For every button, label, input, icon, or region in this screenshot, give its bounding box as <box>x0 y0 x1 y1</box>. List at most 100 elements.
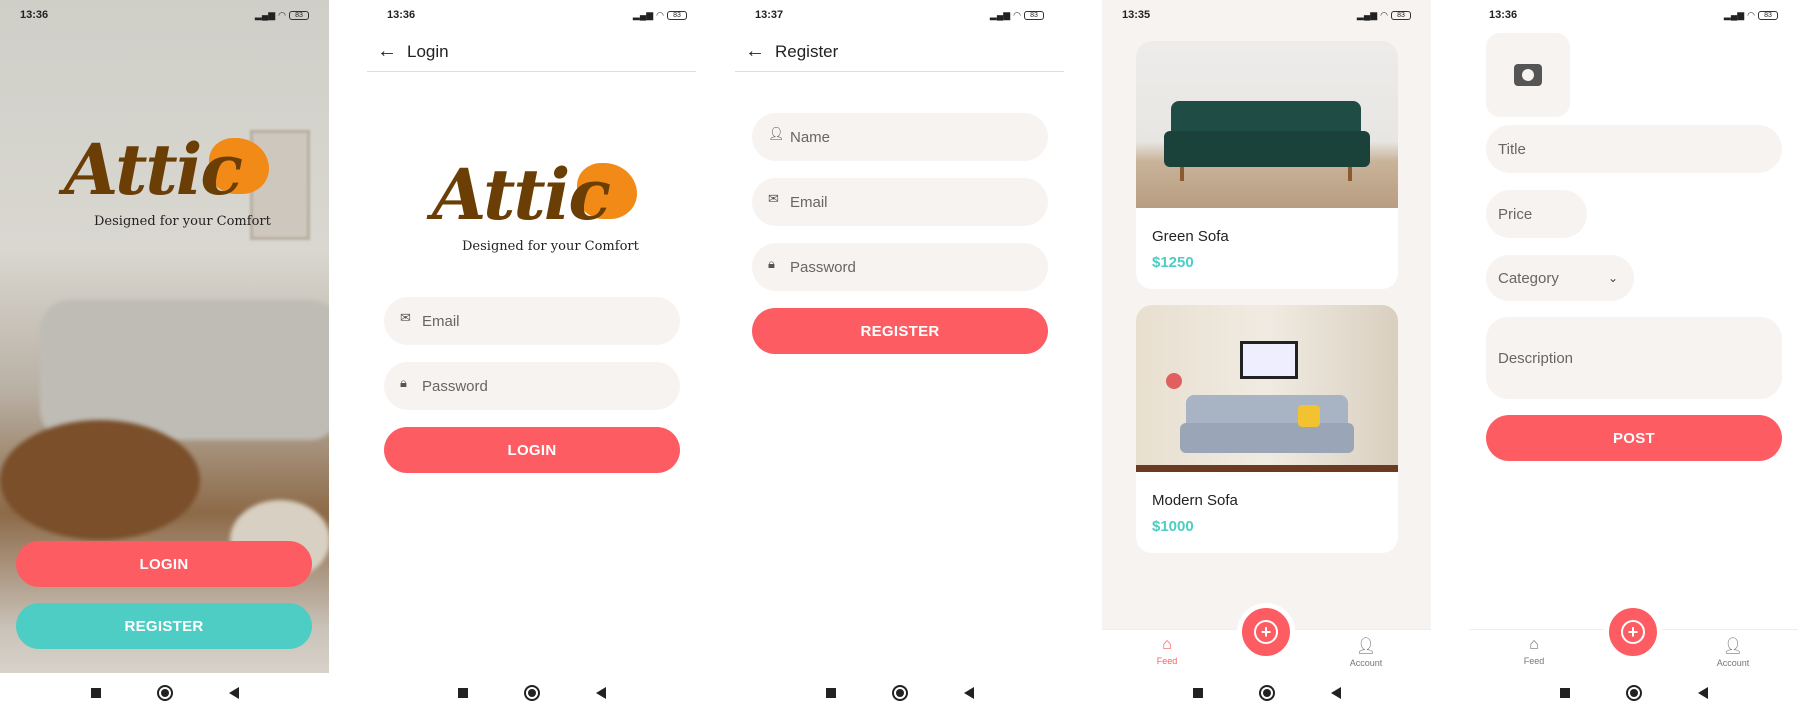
price-field[interactable]: Price <box>1486 190 1587 238</box>
register-submit-button[interactable]: REGISTER <box>752 308 1048 354</box>
feed-screen: 13:35 ▂▄▆ ◠ 83 Green Sofa $1250 Modern Sof… <box>1102 0 1431 713</box>
battery-icon: 83 <box>1391 10 1411 20</box>
listing-image <box>1136 305 1398 472</box>
login-app-bar: ← Login <box>367 32 696 72</box>
listing-title: Green Sofa <box>1152 228 1229 245</box>
listing-card[interactable]: Modern Sofa $1000 <box>1136 305 1398 553</box>
account-icon: 👤︎ <box>1722 638 1744 655</box>
recents-icon[interactable] <box>457 688 468 698</box>
lock-icon: 🔒︎ <box>768 256 775 271</box>
nav-account[interactable]: 👤︎ Account <box>1336 636 1396 668</box>
image-picker[interactable] <box>1486 33 1570 117</box>
nav-account[interactable]: 👤︎ Account <box>1703 636 1763 668</box>
wifi-icon: ◠ <box>278 9 286 20</box>
login-button[interactable]: LOGIN <box>16 541 312 587</box>
wifi-icon: ◠ <box>656 9 664 20</box>
brand-logo: Attic Designed for your Comfort <box>64 130 274 235</box>
camera-icon <box>1514 64 1542 86</box>
listing-image <box>1136 41 1398 208</box>
status-bar: 13:35 ▂▄▆ ◠ 83 <box>1102 0 1431 30</box>
welcome-screen: 13:36 ▂▄▆ ◠ 83 Attic Designed for your Com… <box>0 0 329 713</box>
recents-icon[interactable] <box>825 688 836 698</box>
title-field[interactable]: Title <box>1486 125 1782 173</box>
register-app-bar: ← Register <box>735 32 1064 72</box>
signal-icon: ▂▄▆ <box>989 9 1011 20</box>
status-bar: 13:36 ▂▄▆ ◠ 83 <box>329 0 707 30</box>
home-nav-icon[interactable] <box>891 685 908 701</box>
brand-name: Attic <box>64 128 243 211</box>
status-icons: ▂▄▆ ◠ 83 <box>255 10 309 21</box>
system-nav-bar <box>0 673 329 713</box>
back-arrow-icon[interactable]: ← <box>367 40 407 63</box>
register-button[interactable]: REGISTER <box>16 603 312 649</box>
status-icons: ▂▄▆ ◠ 83 <box>1724 10 1778 21</box>
system-nav-bar <box>1469 673 1798 713</box>
recents-icon[interactable] <box>90 688 101 698</box>
plus-icon: + <box>1254 620 1278 644</box>
wifi-icon: ◠ <box>1380 9 1388 20</box>
recents-icon[interactable] <box>1559 688 1570 698</box>
description-placeholder: Description <box>1498 349 1574 367</box>
status-icons: ▂▄▆ ◠ 83 <box>1357 10 1411 21</box>
password-field[interactable]: 🔒︎ Password <box>384 362 680 410</box>
nav-account-label: Account <box>1716 658 1750 668</box>
recents-icon[interactable] <box>1192 688 1203 698</box>
post-button[interactable]: POST <box>1486 415 1782 461</box>
back-nav-icon[interactable] <box>1330 687 1341 699</box>
price-placeholder: Price <box>1498 205 1533 223</box>
back-nav-icon[interactable] <box>1697 687 1708 699</box>
back-nav-icon[interactable] <box>595 687 606 699</box>
post-screen: 13:36 ▂▄▆ ◠ 83 Title Price Category ⌄ Desc… <box>1469 0 1798 713</box>
home-nav-icon[interactable] <box>1258 685 1275 701</box>
password-field[interactable]: 🔒︎ Password <box>752 243 1048 291</box>
email-placeholder: Email <box>790 193 828 211</box>
register-screen: 13:37 ▂▄▆ ◠ 83 ← Register 👤︎ Name ✉ Email … <box>735 0 1064 713</box>
wifi-icon: ◠ <box>1747 9 1755 20</box>
email-placeholder: Email <box>422 312 460 330</box>
listing-price: $1250 <box>1152 254 1194 271</box>
login-submit-button[interactable]: LOGIN <box>384 427 680 473</box>
nav-feed[interactable]: ⌂ Feed <box>1137 636 1197 666</box>
add-listing-button[interactable]: + <box>1604 603 1662 661</box>
brand-tagline: Designed for your Comfort <box>462 239 639 254</box>
status-bar: 13:36 ▂▄▆ ◠ 83 <box>0 0 329 30</box>
system-nav-bar <box>735 673 1064 713</box>
status-time: 13:37 <box>755 9 784 21</box>
status-icons: ▂▄▆ ◠ 83 <box>633 10 687 21</box>
name-field[interactable]: 👤︎ Name <box>752 113 1048 161</box>
nav-feed[interactable]: ⌂ Feed <box>1504 636 1564 666</box>
mail-icon: ✉ <box>768 191 779 206</box>
status-time: 13:36 <box>1489 9 1518 21</box>
lock-icon: 🔒︎ <box>400 375 407 390</box>
status-icons: ▂▄▆ ◠ 83 <box>990 10 1044 21</box>
status-time: 13:36 <box>20 9 49 21</box>
email-field[interactable]: ✉ Email <box>752 178 1048 226</box>
email-field[interactable]: ✉ Email <box>384 297 680 345</box>
listing-card[interactable]: Green Sofa $1250 <box>1136 41 1398 289</box>
add-listing-button[interactable]: + <box>1237 603 1295 661</box>
brand-logo: Attic Designed for your Comfort <box>432 155 642 260</box>
password-placeholder: Password <box>790 258 856 276</box>
home-icon: ⌂ <box>1529 636 1539 653</box>
signal-icon: ▂▄▆ <box>1723 9 1745 20</box>
description-field[interactable]: Description <box>1486 317 1782 399</box>
nav-feed-label: Feed <box>1156 656 1178 666</box>
title-placeholder: Title <box>1498 140 1526 158</box>
page-title: Login <box>407 41 449 61</box>
name-placeholder: Name <box>790 128 831 146</box>
password-placeholder: Password <box>422 377 488 395</box>
category-select[interactable]: Category ⌄ <box>1486 255 1634 301</box>
plus-icon: + <box>1621 620 1645 644</box>
brand-name: Attic <box>432 153 611 236</box>
back-nav-icon[interactable] <box>963 687 974 699</box>
home-nav-icon[interactable] <box>523 685 540 701</box>
home-nav-icon[interactable] <box>1625 685 1642 701</box>
status-bar: 13:37 ▂▄▆ ◠ 83 <box>735 0 1064 30</box>
page-title: Register <box>775 41 839 61</box>
back-nav-icon[interactable] <box>228 687 239 699</box>
home-nav-icon[interactable] <box>156 685 173 701</box>
category-placeholder: Category <box>1498 269 1559 287</box>
system-nav-bar <box>367 673 696 713</box>
person-icon: 👤︎ <box>768 126 785 141</box>
back-arrow-icon[interactable]: ← <box>735 40 775 63</box>
